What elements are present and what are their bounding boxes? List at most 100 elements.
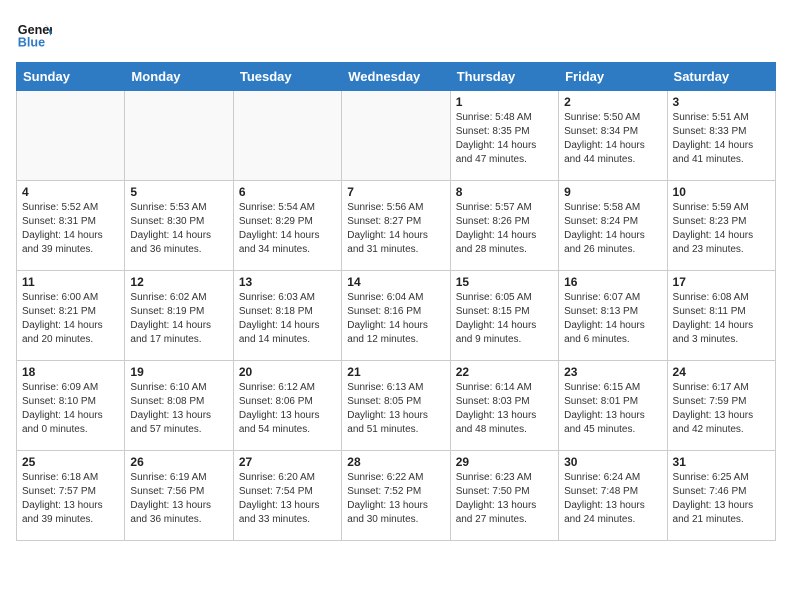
day-number: 8 [456, 185, 553, 199]
calendar-cell [233, 91, 341, 181]
day-number: 13 [239, 275, 336, 289]
day-info: Sunrise: 6:09 AM Sunset: 8:10 PM Dayligh… [22, 381, 119, 437]
day-info: Sunrise: 5:50 AM Sunset: 8:34 PM Dayligh… [564, 111, 661, 167]
logo: General Blue [16, 16, 52, 52]
calendar-cell: 31 Sunrise: 6:25 AM Sunset: 7:46 PM Dayli… [667, 451, 775, 541]
day-number: 17 [673, 275, 770, 289]
day-number: 30 [564, 455, 661, 469]
day-info: Sunrise: 5:51 AM Sunset: 8:33 PM Dayligh… [673, 111, 770, 167]
calendar-cell: 16 Sunrise: 6:07 AM Sunset: 8:13 PM Dayli… [559, 271, 667, 361]
calendar-cell: 29Sunrise: 6:23 AM Sunset: 7:50 PM Dayli… [450, 451, 558, 541]
calendar-cell [342, 91, 450, 181]
day-number: 12 [130, 275, 227, 289]
day-info: Sunrise: 6:02 AM Sunset: 8:19 PM Dayligh… [130, 291, 227, 347]
calendar-cell: 15 Sunrise: 6:05 AM Sunset: 8:15 PM Dayli… [450, 271, 558, 361]
calendar-cell: 24 Sunrise: 6:17 AM Sunset: 7:59 PM Dayli… [667, 361, 775, 451]
day-info: Sunrise: 5:56 AM Sunset: 8:27 PM Dayligh… [347, 201, 444, 257]
day-info: Sunrise: 5:48 AM Sunset: 8:35 PM Dayligh… [456, 111, 553, 167]
calendar-cell: 30 Sunrise: 6:24 AM Sunset: 7:48 PM Dayli… [559, 451, 667, 541]
day-info: Sunrise: 6:12 AM Sunset: 8:06 PM Dayligh… [239, 381, 336, 437]
day-of-week-header: Thursday [450, 63, 558, 91]
day-info: Sunrise: 6:22 AM Sunset: 7:52 PM Dayligh… [347, 471, 444, 527]
header: General Blue [16, 16, 776, 52]
calendar-cell: 20 Sunrise: 6:12 AM Sunset: 8:06 PM Dayli… [233, 361, 341, 451]
day-info: Sunrise: 5:53 AM Sunset: 8:30 PM Dayligh… [130, 201, 227, 257]
day-info: Sunrise: 6:05 AM Sunset: 8:15 PM Dayligh… [456, 291, 553, 347]
calendar-cell: 13 Sunrise: 6:03 AM Sunset: 8:18 PM Dayli… [233, 271, 341, 361]
calendar-cell: 27Sunrise: 6:20 AM Sunset: 7:54 PM Dayli… [233, 451, 341, 541]
day-info: Sunrise: 6:20 AM Sunset: 7:54 PM Dayligh… [239, 471, 336, 527]
day-info: Sunrise: 6:25 AM Sunset: 7:46 PM Dayligh… [673, 471, 770, 527]
day-info: Sunrise: 6:07 AM Sunset: 8:13 PM Dayligh… [564, 291, 661, 347]
day-of-week-header: Sunday [17, 63, 125, 91]
svg-text:Blue: Blue [18, 36, 45, 50]
day-number: 28 [347, 455, 444, 469]
day-info: Sunrise: 5:54 AM Sunset: 8:29 PM Dayligh… [239, 201, 336, 257]
calendar-cell: 12 Sunrise: 6:02 AM Sunset: 8:19 PM Dayli… [125, 271, 233, 361]
calendar-week-row: 11Sunrise: 6:00 AM Sunset: 8:21 PM Dayli… [17, 271, 776, 361]
day-number: 31 [673, 455, 770, 469]
day-of-week-header: Wednesday [342, 63, 450, 91]
day-info: Sunrise: 5:52 AM Sunset: 8:31 PM Dayligh… [22, 201, 119, 257]
day-number: 20 [239, 365, 336, 379]
day-info: Sunrise: 5:59 AM Sunset: 8:23 PM Dayligh… [673, 201, 770, 257]
day-of-week-header: Monday [125, 63, 233, 91]
day-number: 6 [239, 185, 336, 199]
day-number: 23 [564, 365, 661, 379]
day-of-week-header: Saturday [667, 63, 775, 91]
calendar-cell: 2 Sunrise: 5:50 AM Sunset: 8:34 PM Daylig… [559, 91, 667, 181]
day-of-week-header: Friday [559, 63, 667, 91]
day-number: 25 [22, 455, 119, 469]
calendar-cell: 3 Sunrise: 5:51 AM Sunset: 8:33 PM Daylig… [667, 91, 775, 181]
calendar-cell: 22Sunrise: 6:14 AM Sunset: 8:03 PM Dayli… [450, 361, 558, 451]
day-info: Sunrise: 6:04 AM Sunset: 8:16 PM Dayligh… [347, 291, 444, 347]
day-info: Sunrise: 6:19 AM Sunset: 7:56 PM Dayligh… [130, 471, 227, 527]
calendar-table: SundayMondayTuesdayWednesdayThursdayFrid… [16, 62, 776, 541]
day-info: Sunrise: 6:17 AM Sunset: 7:59 PM Dayligh… [673, 381, 770, 437]
day-info: Sunrise: 6:24 AM Sunset: 7:48 PM Dayligh… [564, 471, 661, 527]
calendar-cell: 8 Sunrise: 5:57 AM Sunset: 8:26 PM Daylig… [450, 181, 558, 271]
calendar-cell: 14Sunrise: 6:04 AM Sunset: 8:16 PM Dayli… [342, 271, 450, 361]
day-info: Sunrise: 5:57 AM Sunset: 8:26 PM Dayligh… [456, 201, 553, 257]
day-number: 24 [673, 365, 770, 379]
calendar-cell: 7Sunrise: 5:56 AM Sunset: 8:27 PM Daylig… [342, 181, 450, 271]
day-number: 11 [22, 275, 119, 289]
day-number: 18 [22, 365, 119, 379]
day-info: Sunrise: 6:03 AM Sunset: 8:18 PM Dayligh… [239, 291, 336, 347]
day-number: 21 [347, 365, 444, 379]
calendar-cell: 6 Sunrise: 5:54 AM Sunset: 8:29 PM Daylig… [233, 181, 341, 271]
day-info: Sunrise: 6:10 AM Sunset: 8:08 PM Dayligh… [130, 381, 227, 437]
day-number: 4 [22, 185, 119, 199]
day-number: 2 [564, 95, 661, 109]
calendar-week-row: 1 Sunrise: 5:48 AM Sunset: 8:35 PM Daylig… [17, 91, 776, 181]
calendar-cell: 18 Sunrise: 6:09 AM Sunset: 8:10 PM Dayli… [17, 361, 125, 451]
calendar-cell [17, 91, 125, 181]
calendar-week-row: 18 Sunrise: 6:09 AM Sunset: 8:10 PM Dayli… [17, 361, 776, 451]
day-number: 16 [564, 275, 661, 289]
logo-icon: General Blue [16, 16, 52, 52]
calendar-cell: 9 Sunrise: 5:58 AM Sunset: 8:24 PM Daylig… [559, 181, 667, 271]
calendar-cell: 21 Sunrise: 6:13 AM Sunset: 8:05 PM Dayli… [342, 361, 450, 451]
day-number: 29 [456, 455, 553, 469]
calendar-cell: 4 Sunrise: 5:52 AM Sunset: 8:31 PM Daylig… [17, 181, 125, 271]
day-number: 10 [673, 185, 770, 199]
calendar-cell: 10 Sunrise: 5:59 AM Sunset: 8:23 PM Dayli… [667, 181, 775, 271]
calendar-cell [125, 91, 233, 181]
day-info: Sunrise: 5:58 AM Sunset: 8:24 PM Dayligh… [564, 201, 661, 257]
day-number: 15 [456, 275, 553, 289]
day-number: 3 [673, 95, 770, 109]
calendar-header-row: SundayMondayTuesdayWednesdayThursdayFrid… [17, 63, 776, 91]
day-number: 9 [564, 185, 661, 199]
day-of-week-header: Tuesday [233, 63, 341, 91]
day-info: Sunrise: 6:13 AM Sunset: 8:05 PM Dayligh… [347, 381, 444, 437]
day-number: 1 [456, 95, 553, 109]
calendar-week-row: 25Sunrise: 6:18 AM Sunset: 7:57 PM Dayli… [17, 451, 776, 541]
day-info: Sunrise: 6:14 AM Sunset: 8:03 PM Dayligh… [456, 381, 553, 437]
day-info: Sunrise: 6:08 AM Sunset: 8:11 PM Dayligh… [673, 291, 770, 347]
calendar-cell: 19Sunrise: 6:10 AM Sunset: 8:08 PM Dayli… [125, 361, 233, 451]
day-info: Sunrise: 6:15 AM Sunset: 8:01 PM Dayligh… [564, 381, 661, 437]
day-number: 5 [130, 185, 227, 199]
calendar-cell: 25Sunrise: 6:18 AM Sunset: 7:57 PM Dayli… [17, 451, 125, 541]
day-number: 26 [130, 455, 227, 469]
calendar-cell: 5 Sunrise: 5:53 AM Sunset: 8:30 PM Daylig… [125, 181, 233, 271]
